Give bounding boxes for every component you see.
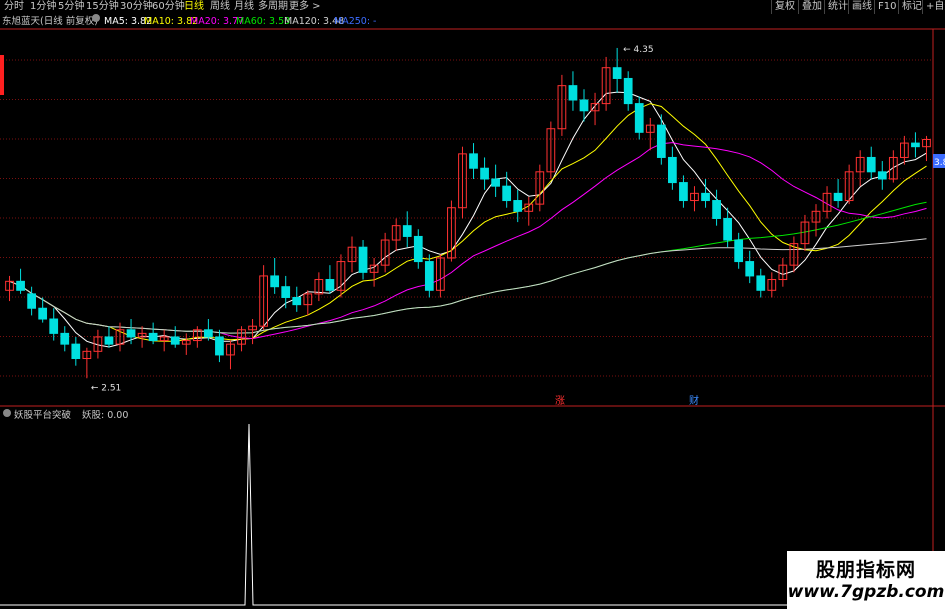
event-marker-zhang: 涨 xyxy=(555,395,565,407)
ma-label-3: MA60: 3.53 xyxy=(236,16,291,27)
candle-body xyxy=(679,182,688,202)
candle-body xyxy=(60,332,70,345)
toolbar-button-3[interactable]: 画线 xyxy=(848,0,875,14)
ma-line-ma20 xyxy=(9,142,927,340)
period-tab-5[interactable]: 60分钟 xyxy=(152,0,185,14)
candle-body xyxy=(215,336,224,356)
period-tab-4[interactable]: 30分钟 xyxy=(120,0,153,14)
period-tab-8[interactable]: 月线 xyxy=(234,0,254,14)
candle-body xyxy=(668,156,677,184)
moving-average-lines xyxy=(9,91,927,348)
candle-body xyxy=(701,192,710,202)
candle-body xyxy=(833,192,843,202)
candle-body xyxy=(325,279,335,291)
candle-body xyxy=(513,200,523,212)
watermark: 股朋指标网 www.7gpzb.com xyxy=(787,551,945,609)
candle-body xyxy=(656,124,666,158)
candle-body xyxy=(623,77,633,105)
candle-body xyxy=(579,99,589,112)
ma-line-ma60 xyxy=(9,201,927,334)
ma-line-ma5 xyxy=(9,91,927,348)
price-grid xyxy=(0,28,945,609)
candle-body xyxy=(126,329,136,338)
indicator-name: 妖股平台突破 xyxy=(14,410,72,421)
chart-canvas[interactable]: ← 4.35 ← 2.51 涨 财 3.8 xyxy=(0,0,945,609)
indicator-value: 妖股: 0.00 xyxy=(82,410,129,421)
toolbar-button-1[interactable]: 叠加 xyxy=(798,0,825,14)
candle-body xyxy=(413,235,423,263)
candle-body xyxy=(358,246,368,273)
candle-body xyxy=(104,336,114,345)
candle-body xyxy=(612,67,622,79)
candle-body xyxy=(866,156,876,173)
low-price-label: ← 2.51 xyxy=(91,383,121,393)
candle-body xyxy=(712,200,721,219)
candle-body xyxy=(148,332,158,342)
candle-body xyxy=(170,336,180,345)
stock-title: 东旭蓝天(日线 前复权) xyxy=(2,16,98,27)
red-marker xyxy=(0,55,4,95)
price-axis-label: 3.8 xyxy=(934,158,945,168)
period-tab-2[interactable]: 5分钟 xyxy=(58,0,84,14)
period-tab-0[interactable]: 分时 xyxy=(4,0,24,14)
candle-body xyxy=(502,185,512,202)
toolbar-button-4[interactable]: F10 xyxy=(874,0,899,14)
candle-body xyxy=(469,153,478,169)
candle-body xyxy=(568,85,578,101)
candle-body xyxy=(491,178,500,187)
candle-body xyxy=(911,142,920,148)
candle-body xyxy=(424,261,434,291)
period-tab-9[interactable]: 多周期 xyxy=(258,0,288,14)
period-tab-1[interactable]: 1分钟 xyxy=(30,0,56,14)
candle-body xyxy=(27,293,36,309)
toolbar-button-0[interactable]: 复权 xyxy=(771,0,798,14)
candle-body xyxy=(745,261,755,277)
candle-body xyxy=(16,280,25,291)
candle-body xyxy=(877,171,887,180)
period-toolbar: 分时 1分钟 5分钟 15分钟 30分钟 60分钟 日线 周线 月线 多周期 更多 > 复权 叠加 统计… xyxy=(0,0,945,14)
watermark-line2: www.7gpzb.com xyxy=(787,582,945,602)
ma-label-5: MA250: - xyxy=(334,16,377,27)
candle-body xyxy=(480,167,489,180)
candle-body xyxy=(49,318,59,334)
period-tab-3[interactable]: 15分钟 xyxy=(86,0,119,14)
candle-body xyxy=(292,296,302,306)
watermark-line1: 股朋指标网 xyxy=(815,559,916,581)
period-tab-7[interactable]: 周线 xyxy=(210,0,230,14)
main-chart-info: 东旭蓝天(日线 前复权) MA5: 3.82 MA10: 3.82 MA20: 3.… xyxy=(0,14,945,29)
toolbar-button-5[interactable]: 标记 xyxy=(898,0,925,14)
toolbar-button-6[interactable]: +自选 xyxy=(922,0,945,14)
event-marker-cai: 财 xyxy=(689,394,699,407)
candle-body xyxy=(270,275,280,288)
candle-body xyxy=(38,307,48,320)
toolbar-button-2[interactable]: 统计 xyxy=(824,0,851,14)
candle-body xyxy=(756,275,766,291)
period-tab-10[interactable]: 更多 > xyxy=(289,0,321,14)
candle-body xyxy=(204,329,213,338)
high-price-label: ← 4.35 xyxy=(623,45,653,55)
candle-body xyxy=(281,286,291,298)
period-tab-6[interactable]: 日线 xyxy=(184,0,204,14)
candle-body xyxy=(71,343,81,360)
candle-body xyxy=(634,103,644,133)
candle-body xyxy=(723,217,732,241)
ma-line-ma120 xyxy=(9,238,927,334)
candle-body xyxy=(402,225,412,237)
candle-body xyxy=(734,239,744,263)
